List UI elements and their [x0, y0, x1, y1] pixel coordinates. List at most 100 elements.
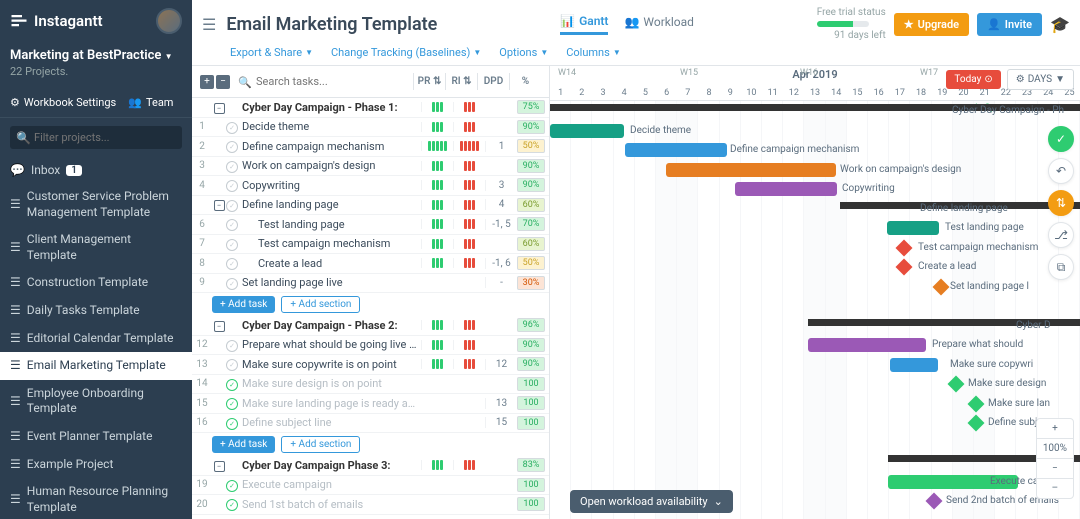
progress-badge: 100 [517, 478, 545, 492]
columns-menu[interactable]: Columns▼ [566, 46, 621, 59]
gantt-bar[interactable] [666, 163, 836, 177]
add-section-button[interactable]: + Add section [281, 436, 360, 453]
progress-badge: 70% [517, 217, 545, 231]
options-menu[interactable]: Options▼ [499, 46, 548, 59]
task-row[interactable]: −Cyber Day Campaign - Phase 1:75% [192, 98, 549, 118]
add-section-button[interactable]: + Add section [281, 296, 360, 313]
progress-badge: 50% [517, 139, 545, 153]
zoom-in[interactable]: + [1037, 419, 1073, 439]
add-button[interactable]: + [200, 75, 214, 89]
sort-button[interactable]: ⇅ [1048, 190, 1074, 216]
check-circle-icon: ✓ [226, 141, 238, 153]
export-share-menu[interactable]: Export & Share▼ [230, 46, 313, 59]
upgrade-button[interactable]: ★Upgrade [894, 13, 969, 36]
list-icon: ☰ [10, 275, 21, 291]
view-tabs: 📊Gantt 👥Workload [560, 14, 694, 35]
task-row[interactable]: 1✓Decide theme90% [192, 118, 549, 138]
inbox-link[interactable]: 💬 Inbox 1 [0, 157, 192, 183]
add-task-button[interactable]: + Add task [212, 436, 275, 453]
task-name: Define campaign mechanism [240, 140, 421, 153]
sidebar-project-item[interactable]: ☰Example Project [0, 451, 192, 479]
team-link[interactable]: 👥Team [128, 96, 173, 109]
user-plus-icon: 👤 [987, 18, 1001, 31]
zoom-reset[interactable]: – [1037, 479, 1073, 498]
task-row[interactable]: 19✓Execute campaign100 [192, 476, 549, 496]
main: ☰ Email Marketing Template 📊Gantt 👥Workl… [192, 0, 1080, 519]
task-row[interactable]: 6✓Test landing page-1, 570% [192, 215, 549, 235]
check-circle-icon: ✓ [226, 340, 238, 352]
check-circle-icon: ✓ [226, 161, 238, 173]
hamburger-icon[interactable]: ☰ [202, 15, 216, 34]
col-ri[interactable]: RI ⇅ [445, 73, 477, 90]
task-row[interactable]: 16✓Define subject line15100 [192, 414, 549, 434]
zoom-out[interactable]: − [1037, 459, 1073, 479]
collapse-icon[interactable]: − [214, 321, 225, 332]
graduation-icon[interactable]: 🎓 [1050, 15, 1070, 34]
branch-button[interactable]: ⎇ [1048, 222, 1074, 248]
sidebar-project-item[interactable]: ☰Client Management Template [0, 226, 192, 269]
search-tasks-input[interactable] [236, 72, 407, 91]
sidebar-project-item[interactable]: ☰Email Marketing Template [0, 352, 192, 380]
task-row[interactable]: 14✓Make sure design is on point100 [192, 375, 549, 395]
bar-label: Test campaign mechanism [918, 242, 1038, 253]
days-scale-button[interactable]: ⚙DAYS ▼ [1007, 69, 1074, 90]
task-row[interactable]: 8✓Create a lead-1, 650% [192, 254, 549, 274]
bar-label: Cyber Day Campaign - Ph [952, 105, 1064, 116]
workbook-settings-link[interactable]: ⚙Workbook Settings [10, 96, 116, 109]
collapse-icon[interactable]: − [214, 200, 225, 211]
gantt-bar[interactable] [808, 338, 926, 352]
task-row[interactable]: 12✓Prepare what should be going live fi.… [192, 336, 549, 356]
task-row[interactable]: −✓Define landing page460% [192, 196, 549, 216]
task-row[interactable]: 13✓Make sure copywrite is on point1290% [192, 355, 549, 375]
progress-badge: 50% [517, 256, 545, 270]
task-row[interactable]: 2✓Define campaign mechanism150% [192, 137, 549, 157]
gantt-bar[interactable] [890, 358, 938, 372]
gantt-bar[interactable] [735, 182, 837, 196]
sidebar-project-item[interactable]: ☰Customer Service Problem Management Tem… [0, 183, 192, 226]
collapse-icon[interactable]: − [214, 461, 225, 472]
copy-button[interactable]: ⧉ [1048, 254, 1074, 280]
collapse-icon[interactable]: − [214, 103, 225, 114]
add-task-button[interactable]: + Add task [212, 296, 275, 313]
change-tracking-menu[interactable]: Change Tracking (Baselines)▼ [331, 46, 481, 59]
task-row[interactable]: 15✓Make sure landing page is ready an...… [192, 394, 549, 414]
avatar[interactable] [156, 8, 182, 34]
task-row[interactable]: −Cyber Day Campaign Phase 3:83% [192, 456, 549, 476]
sidebar-tools: ⚙Workbook Settings 👥Team [0, 88, 192, 118]
task-row[interactable]: 3✓Work on campaign's design90% [192, 157, 549, 177]
bar-label: Copywriting [842, 183, 895, 194]
col-pct[interactable]: % [509, 73, 541, 90]
gantt-bar[interactable] [887, 221, 939, 235]
check-button[interactable]: ✓ [1048, 126, 1074, 152]
tab-gantt[interactable]: 📊Gantt [560, 14, 608, 35]
progress-badge: 75% [517, 100, 545, 114]
gantt-bar[interactable] [550, 124, 624, 138]
sidebar-project-item[interactable]: ☰Daily Tasks Template [0, 297, 192, 325]
sidebar-project-item[interactable]: ☰Event Planner Template [0, 423, 192, 451]
task-row[interactable]: 9✓Set landing page live-30% [192, 274, 549, 294]
sidebar-project-item[interactable]: ☰Construction Template [0, 269, 192, 297]
filter-projects-input[interactable] [10, 126, 182, 149]
task-name: Test landing page [240, 218, 421, 231]
task-row[interactable]: 7✓Test campaign mechanism60% [192, 235, 549, 255]
project-switcher[interactable]: Marketing at BestPractice ▼ 22 Projects. [0, 42, 192, 88]
gantt-bar[interactable] [625, 143, 727, 157]
today-button[interactable]: Today⊙ [946, 70, 1000, 89]
sidebar-project-item[interactable]: ☰Editorial Calendar Template [0, 325, 192, 353]
invite-button[interactable]: 👤Invite [977, 13, 1042, 36]
collapse-button[interactable]: − [216, 75, 230, 89]
workload-chip[interactable]: Open workload availability⌄ [570, 490, 733, 513]
task-row[interactable]: −Cyber Day Campaign - Phase 2:96% [192, 316, 549, 336]
task-row[interactable]: 4✓Copywriting390% [192, 176, 549, 196]
col-pr[interactable]: PR ⇅ [413, 73, 445, 90]
col-dpd[interactable]: DPD [477, 73, 509, 90]
tab-workload[interactable]: 👥Workload [624, 15, 693, 33]
task-name: Copywriting [240, 179, 421, 192]
gantt-side-tools: ✓ ↶ ⇅ ⎇ ⧉ [1048, 126, 1074, 280]
task-row[interactable]: 20✓Send 1st batch of emails100 [192, 495, 549, 515]
sidebar-project-item[interactable]: ☰Employee Onboarding Template [0, 380, 192, 423]
sidebar-project-item[interactable]: ☰Human Resource Planning Template [0, 478, 192, 519]
undo-button[interactable]: ↶ [1048, 158, 1074, 184]
gantt-chart[interactable]: W14W15W16W17 Apr 2019 123456789101112131… [550, 66, 1080, 519]
list-icon: ☰ [10, 240, 21, 256]
